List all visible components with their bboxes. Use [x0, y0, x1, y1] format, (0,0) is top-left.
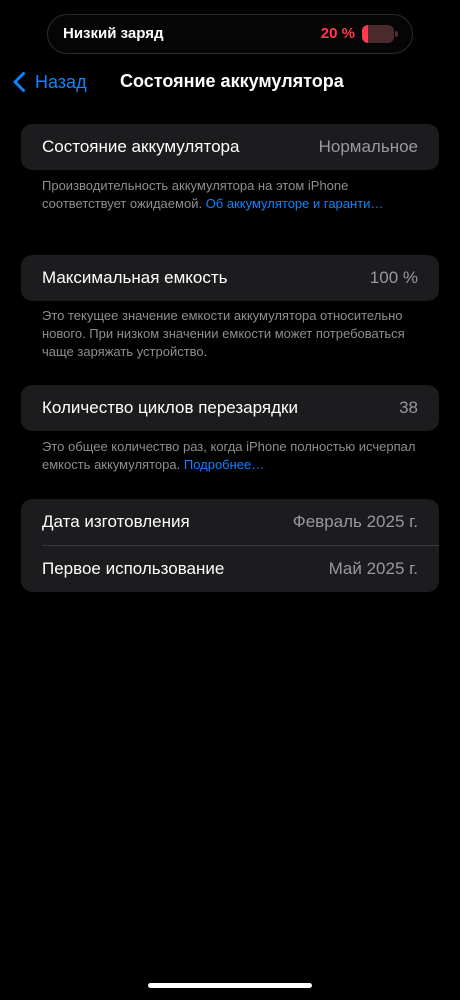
max-capacity-label: Максимальная емкость	[42, 268, 228, 287]
back-button[interactable]: Назад	[12, 68, 87, 96]
home-indicator[interactable]	[148, 983, 312, 988]
cycle-count-note: Это общее количество раз, когда iPhone п…	[42, 438, 420, 474]
battery-health-label: Состояние аккумулятора	[42, 137, 240, 156]
manufacture-date-row: Дата изготовления Февраль 2025 г.	[21, 499, 439, 545]
learn-more-link[interactable]: Подробнее…	[184, 457, 264, 472]
low-battery-title: Низкий заряд	[63, 25, 164, 42]
battery-cap	[395, 31, 398, 37]
back-label: Назад	[35, 71, 87, 92]
page-title: Состояние аккумулятора	[120, 71, 344, 91]
max-capacity-value: 100 %	[369, 268, 418, 287]
first-use-row: Первое использование Май 2025 г.	[21, 546, 439, 592]
battery-health-value: Нормальное	[318, 137, 418, 156]
navigation-bar: Назад Состояние аккумулятора	[0, 62, 460, 102]
battery-level-fill	[362, 25, 368, 43]
battery-health-row[interactable]: Состояние аккумулятора Нормальное	[21, 124, 439, 170]
dates-card: Дата изготовления Февраль 2025 г. Первое…	[21, 499, 439, 592]
battery-body	[362, 25, 394, 43]
battery-health-card[interactable]: Состояние аккумулятора Нормальное	[21, 124, 439, 170]
battery-warranty-link[interactable]: Об аккумуляторе и гаранти…	[206, 196, 384, 211]
battery-percent: 20 %	[320, 25, 355, 42]
first-use-label: Первое использование	[42, 559, 225, 578]
cycle-count-label: Количество циклов перезарядки	[42, 398, 298, 417]
cycle-count-row: Количество циклов перезарядки 38	[21, 385, 439, 431]
manufacture-date-label: Дата изготовления	[42, 512, 190, 531]
low-battery-banner: Низкий заряд 20 %	[47, 14, 413, 54]
chevron-left-icon	[13, 72, 25, 92]
max-capacity-card: Максимальная емкость 100 %	[21, 255, 439, 301]
battery-icon	[362, 25, 398, 43]
manufacture-date-value: Февраль 2025 г.	[292, 512, 418, 531]
max-capacity-note: Это текущее значение емкости аккумулятор…	[42, 308, 405, 359]
max-capacity-row: Максимальная емкость 100 %	[21, 255, 439, 301]
cycle-count-card: Количество циклов перезарядки 38	[21, 385, 439, 431]
cycle-count-value: 38	[399, 398, 418, 417]
first-use-value: Май 2025 г.	[328, 559, 418, 578]
battery-health-note: Производительность аккумулятора на этом …	[42, 177, 420, 213]
